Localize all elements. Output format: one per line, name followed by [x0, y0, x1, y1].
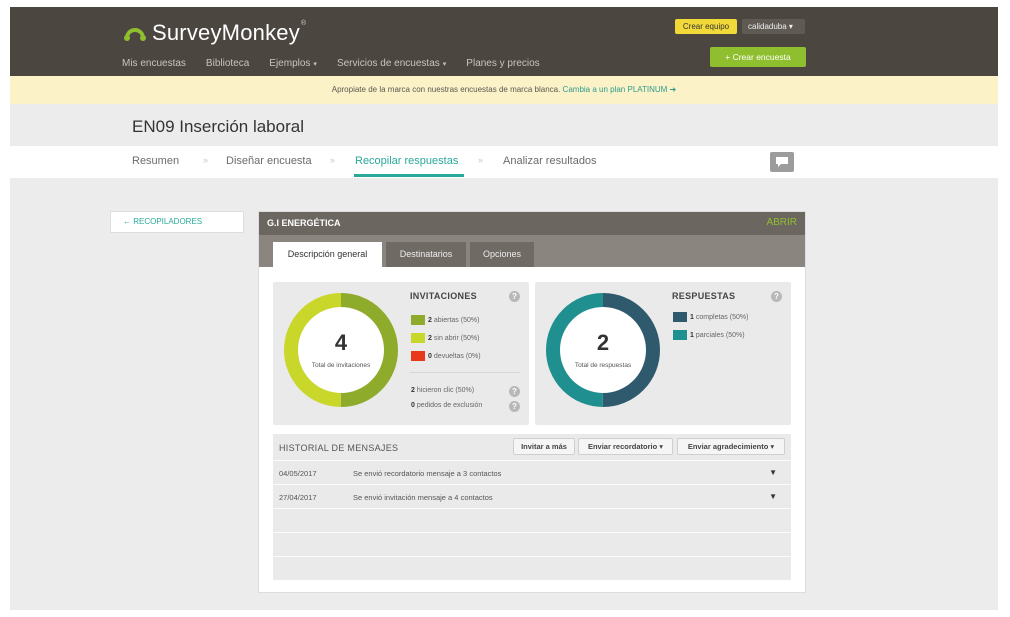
legend-swatch: [673, 312, 687, 322]
collector-status-link[interactable]: ABRIR: [766, 217, 797, 228]
chat-bubble-icon: [776, 157, 788, 167]
legend-complete: 1 completas (50%): [673, 312, 748, 322]
survey-tabs: Resumen » Diseñar encuesta » Recopilar r…: [10, 146, 998, 178]
chevron-down-icon: ▾: [442, 61, 447, 68]
help-icon[interactable]: ?: [509, 386, 520, 397]
expand-arrow-icon[interactable]: ▼: [769, 492, 777, 501]
tab-analyze-results[interactable]: Analizar resultados: [503, 155, 597, 167]
nav-library[interactable]: Biblioteca: [206, 58, 249, 69]
legend-swatch: [411, 351, 425, 361]
collector-header: G.I ENERGÉTICA ABRIR: [259, 212, 805, 235]
active-tab-indicator: [354, 174, 464, 177]
history-message: Se envió recordatorio mensaje a 3 contac…: [353, 469, 502, 478]
tab-separator: »: [478, 155, 484, 165]
nav-plans-pricing[interactable]: Planes y precios: [466, 58, 539, 69]
promo-text: Apropiate de la marca con nuestras encue…: [331, 85, 561, 94]
help-icon[interactable]: ?: [771, 291, 782, 302]
tab-design-survey[interactable]: Diseñar encuesta: [226, 155, 312, 167]
responses-donut: 2 Total de respuestas: [545, 292, 661, 408]
logo-text: SurveyMonkey®: [152, 20, 307, 45]
legend-swatch: [411, 315, 425, 325]
main-nav: Mis encuestas Biblioteca Ejemplos ▾ Servi…: [122, 58, 560, 69]
history-row[interactable]: 27/04/2017 Se envió invitación mensaje a…: [273, 484, 791, 508]
create-team-button[interactable]: Crear equipo: [675, 19, 737, 34]
history-empty-row: [273, 508, 791, 532]
page-title: EN09 Inserción laboral: [132, 117, 304, 136]
invitations-donut: 4 Total de invitaciones: [283, 292, 399, 408]
history-message: Se envió invitación mensaje a 4 contacto…: [353, 493, 493, 502]
invitations-title: INVITACIONES: [410, 291, 477, 301]
legend-swatch: [673, 330, 687, 340]
invitations-total-caption: Total de invitaciones: [311, 362, 371, 369]
tab-separator: »: [330, 155, 336, 165]
collector-name: G.I ENERGÉTICA: [267, 218, 341, 228]
collector-panel: G.I ENERGÉTICA ABRIR Descripción general…: [258, 211, 806, 593]
invitations-card: 4 Total de invitaciones INVITACIONES ? 2…: [273, 282, 529, 425]
feedback-button[interactable]: [770, 152, 794, 172]
collector-subtabs: Descripción general Destinatarios Opcion…: [259, 235, 805, 267]
invitations-total: 4: [334, 330, 348, 355]
subtab-recipients[interactable]: Destinatarios: [386, 242, 466, 267]
help-icon[interactable]: ?: [509, 291, 520, 302]
history-empty-row: [273, 532, 791, 556]
message-history-title: HISTORIAL DE MENSAJES: [279, 443, 399, 453]
message-history: HISTORIAL DE MENSAJES Invitar a más Envi…: [273, 434, 791, 580]
subtab-options[interactable]: Opciones: [470, 242, 534, 267]
promo-upgrade-link[interactable]: Cambia a un plan PLATINUM ➜: [563, 85, 677, 94]
help-icon[interactable]: ?: [509, 401, 520, 412]
send-thank-you-button[interactable]: Enviar agradecimiento ▾: [677, 438, 785, 455]
tab-summary[interactable]: Resumen: [132, 155, 179, 167]
history-date: 27/04/2017: [279, 493, 317, 502]
send-reminder-button[interactable]: Enviar recordatorio ▾: [578, 438, 673, 455]
subtab-overview[interactable]: Descripción general: [273, 242, 382, 267]
legend-unopened: 2 sin abrir (50%): [411, 333, 479, 343]
history-date: 04/05/2017: [279, 469, 317, 478]
responses-total: 2: [596, 330, 610, 355]
top-header: SurveyMonkey® Mis encuestas Biblioteca E…: [10, 7, 998, 76]
stat-opt-outs: 0 pedidos de exclusión: [411, 402, 483, 409]
legend-bounced: 0 devueltas (0%): [411, 351, 481, 361]
promo-banner: Apropiate de la marca con nuestras encue…: [10, 76, 998, 104]
responses-card: 2 Total de respuestas RESPUESTAS ? 1 comp…: [535, 282, 791, 425]
responses-title: RESPUESTAS: [672, 291, 736, 301]
logo[interactable]: SurveyMonkey®: [122, 20, 306, 46]
history-row[interactable]: 04/05/2017 Se envió recordatorio mensaje…: [273, 460, 791, 484]
stat-clicked: 2 hicieron clic (50%): [411, 387, 475, 394]
history-empty-row: [273, 556, 791, 580]
invite-more-button[interactable]: Invitar a más: [513, 438, 575, 455]
user-menu[interactable]: calidaduba ▾: [742, 19, 805, 34]
back-to-collectors-button[interactable]: ← RECOPILADORES: [110, 211, 244, 233]
chevron-down-icon: ▾: [313, 61, 317, 68]
app-frame: SurveyMonkey® Mis encuestas Biblioteca E…: [10, 7, 998, 610]
legend-opened: 2 abiertas (50%): [411, 315, 479, 325]
expand-arrow-icon[interactable]: ▼: [769, 468, 777, 477]
responses-total-caption: Total de respuestas: [574, 362, 632, 369]
monkey-logo-icon: [124, 28, 146, 41]
nav-examples[interactable]: Ejemplos ▾: [269, 58, 317, 69]
legend-partial: 1 parciales (50%): [673, 330, 745, 340]
create-survey-button[interactable]: + Crear encuesta: [710, 47, 806, 67]
tab-collect-responses[interactable]: Recopilar respuestas: [355, 155, 458, 167]
nav-my-surveys[interactable]: Mis encuestas: [122, 58, 186, 69]
divider: [410, 372, 520, 373]
legend-swatch: [411, 333, 425, 343]
nav-survey-services[interactable]: Servicios de encuestas ▾: [337, 58, 446, 69]
tab-separator: »: [203, 155, 209, 165]
